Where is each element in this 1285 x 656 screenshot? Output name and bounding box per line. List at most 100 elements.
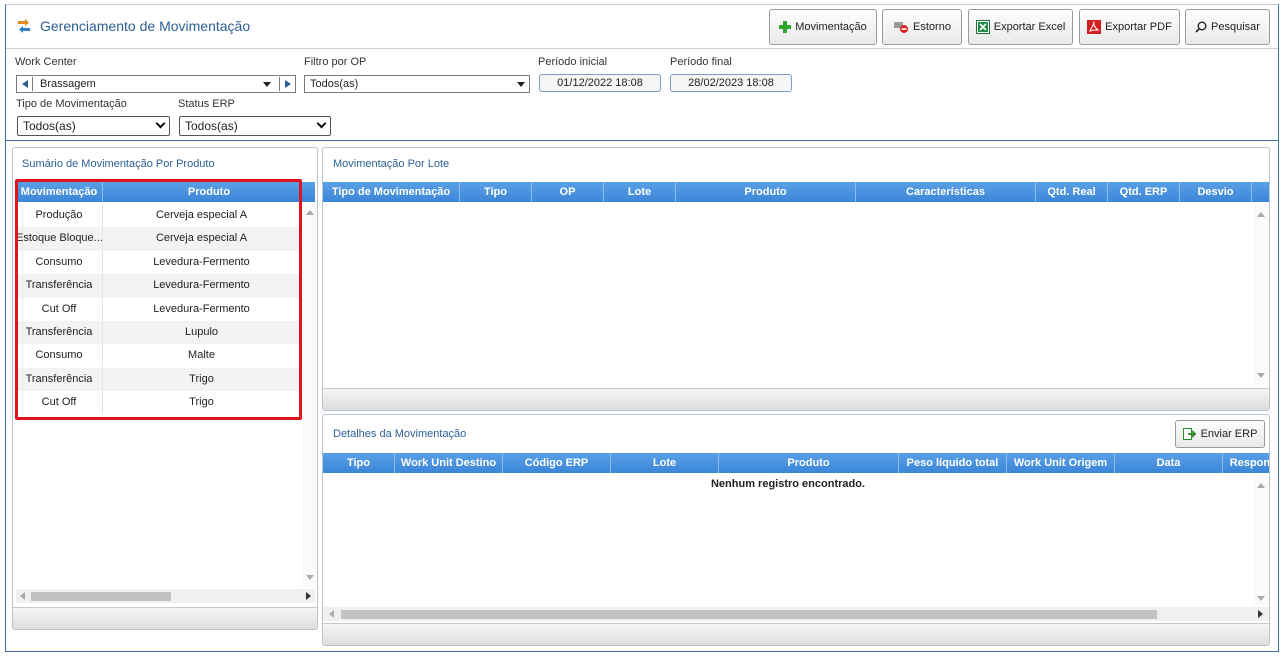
filtro-op-combo[interactable]: Todos(as) — [304, 75, 530, 93]
scroll-left-icon[interactable] — [329, 610, 334, 618]
cell-produto: Malte — [188, 349, 215, 362]
scroll-up-icon[interactable] — [1257, 483, 1265, 488]
summary-horizontal-scrollbar[interactable] — [16, 589, 315, 603]
chevron-down-icon — [155, 118, 166, 129]
column-header-work-unit-origem[interactable]: Work Unit Origem — [1007, 453, 1115, 473]
periodo-inicial-field[interactable]: 01/12/2022 18:08 — [539, 74, 661, 92]
column-header-desvio[interactable]: Desvio — [1180, 182, 1252, 202]
column-header-caracteristicas[interactable]: Características — [856, 182, 1036, 202]
prev-work-center-button[interactable] — [17, 77, 33, 91]
enviar-erp-button[interactable]: Enviar ERP — [1175, 420, 1265, 448]
periodo-inicial-label: Período inicial — [538, 56, 608, 68]
column-header-op[interactable]: OP — [532, 182, 604, 202]
plus-icon — [779, 21, 792, 33]
column-header-responsavel[interactable]: Respons — [1223, 453, 1269, 473]
lote-footer — [323, 388, 1269, 410]
table-row[interactable]: Produção Cerveja especial A — [16, 204, 300, 227]
summary-vertical-scrollbar[interactable] — [303, 204, 317, 588]
tipo-movimentacao-value: Todos(as) — [23, 119, 76, 133]
column-header-movimentacao[interactable]: Movimentação — [16, 182, 103, 202]
table-row[interactable]: Consumo Levedura-Fermento — [16, 250, 300, 274]
scroll-up-icon[interactable] — [306, 210, 314, 215]
filtro-op-label: Filtro por OP — [304, 56, 367, 68]
summary-grid-header: Movimentação Produto — [16, 182, 315, 202]
cell-movimentacao: Cut Off — [16, 391, 103, 415]
column-header-lote[interactable]: Lote — [611, 453, 719, 473]
reverse-cancel-icon — [894, 22, 909, 33]
column-header-qtd-erp[interactable]: Qtd. ERP — [1108, 182, 1180, 202]
detalhes-vertical-scrollbar[interactable] — [1254, 475, 1268, 605]
column-header-codigo-erp[interactable]: Código ERP — [503, 453, 611, 473]
tipo-movimentacao-label: Tipo de Movimentação — [16, 98, 127, 110]
table-row[interactable]: Cut Off Levedura-Fermento — [16, 297, 300, 321]
cell-produto: Trigo — [189, 372, 214, 385]
cell-movimentacao: Produção — [16, 204, 103, 227]
movement-app-icon — [18, 19, 30, 33]
detalhes-footer — [323, 623, 1269, 645]
scroll-down-icon[interactable] — [1257, 373, 1265, 378]
detalhes-horizontal-scrollbar[interactable] — [323, 607, 1269, 621]
cell-movimentacao: Consumo — [16, 344, 103, 368]
cell-produto: Levedura-Fermento — [153, 302, 250, 315]
table-row[interactable]: Transferência Lupulo — [16, 321, 300, 345]
periodo-final-field[interactable]: 28/02/2023 18:08 — [670, 74, 792, 92]
column-header-work-unit-destino[interactable]: Work Unit Destino — [395, 453, 503, 473]
column-header-lote[interactable]: Lote — [604, 182, 676, 202]
cell-movimentacao: Transferência — [16, 367, 103, 391]
cell-movimentacao: Cut Off — [16, 297, 103, 321]
cell-movimentacao: Transferência — [16, 321, 103, 344]
column-header-qtd-real[interactable]: Qtd. Real — [1036, 182, 1108, 202]
cell-produto: Cerveja especial A — [155, 232, 248, 245]
column-header-tipo[interactable]: Tipo — [323, 453, 395, 473]
detalhes-panel-title: Detalhes da Movimentação — [333, 428, 467, 440]
cell-produto: Trigo — [189, 396, 214, 409]
scroll-up-icon[interactable] — [1257, 212, 1265, 217]
summary-hscroll-thumb[interactable] — [31, 592, 171, 601]
cell-produto: Lupulo — [184, 326, 219, 338]
work-center-combo[interactable]: Brassagem — [16, 75, 296, 93]
table-row[interactable]: Transferência Levedura-Fermento — [16, 274, 300, 298]
next-work-center-button[interactable] — [279, 77, 295, 91]
scroll-down-icon[interactable] — [306, 575, 314, 580]
column-header-produto[interactable]: Produto — [719, 453, 899, 473]
arrow-left-icon — [21, 80, 28, 88]
send-icon — [1182, 428, 1196, 440]
periodo-final-label: Período final — [670, 56, 732, 68]
table-row[interactable]: Consumo Malte — [16, 344, 300, 368]
pesquisar-button[interactable]: Pesquisar — [1185, 9, 1270, 45]
cell-movimentacao: Consumo — [16, 250, 103, 274]
chevron-down-icon — [263, 82, 271, 87]
scroll-right-icon[interactable] — [306, 592, 311, 600]
status-erp-value: Todos(as) — [185, 119, 238, 133]
scroll-right-icon[interactable] — [1258, 610, 1263, 618]
table-row[interactable]: Transferência Trigo — [16, 367, 300, 392]
column-header-data[interactable]: Data — [1115, 453, 1223, 473]
column-header-tipo[interactable]: Tipo — [460, 182, 532, 202]
movimentacao-button[interactable]: Movimentação — [769, 9, 877, 45]
page-title: Gerenciamento de Movimentação — [40, 18, 251, 34]
detalhes-hscroll-thumb[interactable] — [341, 610, 1157, 619]
status-erp-select[interactable]: Todos(as) — [179, 116, 331, 136]
exportar-pdf-button[interactable]: Exportar PDF — [1079, 9, 1180, 45]
summary-panel-title: Sumário de Movimentação Por Produto — [22, 158, 215, 170]
column-header-produto[interactable]: Produto — [103, 182, 315, 202]
exportar-excel-button-label: Exportar Excel — [993, 21, 1066, 33]
estorno-button[interactable]: Estorno — [882, 9, 962, 45]
table-row[interactable]: Cut Off Trigo — [16, 391, 300, 415]
cell-produto: Levedura-Fermento — [153, 279, 250, 292]
column-header-peso-liquido-total[interactable]: Peso líquido total — [899, 453, 1007, 473]
column-header-tipo-movimentacao[interactable]: Tipo de Movimentação — [323, 182, 460, 202]
exportar-excel-button[interactable]: Exportar Excel — [968, 9, 1073, 45]
app-window: Gerenciamento de Movimentação Movimentaç… — [5, 4, 1279, 652]
table-row[interactable]: Estoque Bloque... Cerveja especial A — [16, 227, 300, 251]
header: Gerenciamento de Movimentação Movimentaç… — [6, 5, 1278, 49]
summary-panel: Sumário de Movimentação Por Produto Movi… — [12, 147, 318, 630]
scroll-left-icon[interactable] — [20, 592, 25, 600]
cell-movimentacao: Transferência — [16, 274, 103, 298]
lote-vertical-scrollbar[interactable] — [1254, 204, 1268, 384]
tipo-movimentacao-select[interactable]: Todos(as) — [17, 116, 170, 136]
scroll-down-icon[interactable] — [1257, 596, 1265, 601]
pesquisar-button-label: Pesquisar — [1211, 21, 1260, 33]
enviar-erp-button-label: Enviar ERP — [1200, 428, 1258, 440]
column-header-produto[interactable]: Produto — [676, 182, 856, 202]
